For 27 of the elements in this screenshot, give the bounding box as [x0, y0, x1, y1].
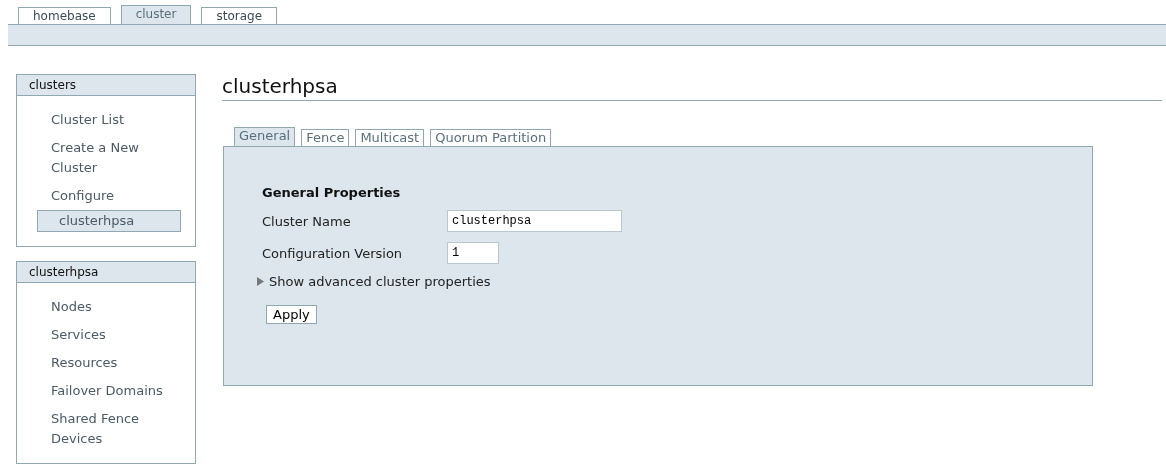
nav-tab[interactable]: homebase	[18, 7, 111, 24]
sidebar-link[interactable]: Create a New Cluster	[37, 138, 181, 178]
sidebar-link[interactable]: clusterhpsa	[37, 210, 181, 232]
text-field[interactable]: clusterhpsa	[447, 210, 622, 232]
sidebar-link[interactable]: Services	[37, 325, 181, 345]
sidebar-link[interactable]: Configure	[37, 186, 181, 206]
panel-title: clusters	[17, 75, 195, 96]
nav-tab[interactable]: cluster	[120, 5, 192, 24]
field-label: Cluster Name	[262, 213, 352, 229]
section-title: General Properties	[262, 185, 402, 200]
sidebar-link[interactable]: Nodes	[37, 297, 181, 317]
nav-tab[interactable]: storage	[201, 7, 278, 24]
text-field[interactable]: 1	[447, 242, 499, 264]
sidebar-link[interactable]: Resources	[37, 353, 181, 373]
advanced-toggle[interactable]: Show advanced cluster properties	[256, 274, 491, 289]
field-label: Configuration Version	[262, 245, 404, 261]
sidebar-link[interactable]: Failover Domains	[37, 381, 181, 401]
sidebar-link[interactable]: Shared Fence Devices	[37, 409, 181, 449]
sidebar-link[interactable]: Cluster List	[37, 110, 181, 130]
tab[interactable]: Quorum Partition	[430, 129, 552, 146]
tab[interactable]: Multicast	[355, 129, 425, 146]
apply-button[interactable]: Apply	[266, 305, 317, 324]
panel-title: clusterhpsa	[17, 262, 195, 283]
tab[interactable]: General	[234, 127, 296, 146]
triangle-icon	[256, 277, 265, 286]
page-title: clusterhpsa	[222, 74, 1162, 101]
tab[interactable]: Fence	[301, 129, 350, 146]
